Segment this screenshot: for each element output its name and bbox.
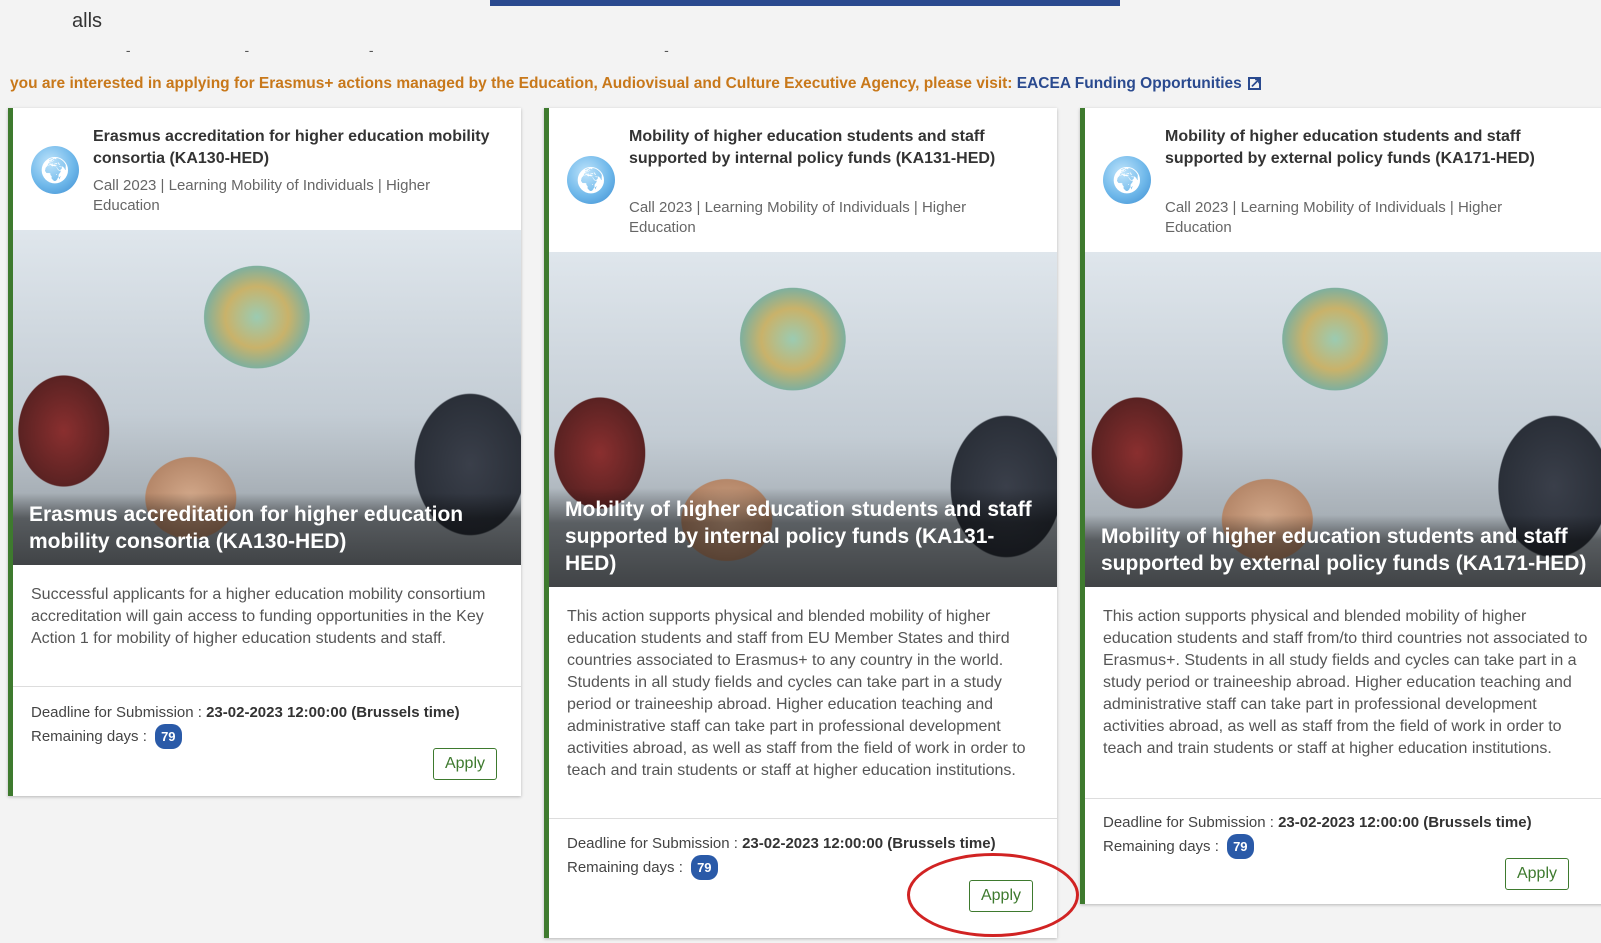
remaining-label: Remaining days :: [31, 728, 152, 745]
card-subtitle: Call 2023 | Learning Mobility of Individ…: [629, 199, 967, 236]
deadline-label: Deadline for Submission :: [567, 835, 743, 852]
external-link-icon[interactable]: ↗: [1247, 75, 1262, 90]
card-hero-image: Mobility of higher education students an…: [1085, 252, 1601, 587]
globe-logo-icon: 🌍︎: [567, 156, 615, 204]
remaining-days-badge: 79: [1227, 834, 1254, 859]
remaining-label: Remaining days :: [567, 859, 688, 876]
divider-dashes: - - - -: [120, 42, 671, 58]
card-description: This action supports physical and blende…: [1103, 608, 1588, 757]
card-title[interactable]: Mobility of higher education students an…: [629, 126, 1029, 170]
eacea-funding-link[interactable]: EACEA Funding Opportunities: [1017, 75, 1242, 92]
remaining-days-badge: 79: [691, 855, 718, 880]
call-card-ka171: 🌍︎ Mobility of higher education students…: [1080, 108, 1601, 904]
apply-button[interactable]: Apply: [433, 748, 497, 780]
card-description: Successful applicants for a higher educa…: [31, 586, 486, 647]
top-accent-bar: [490, 0, 1120, 6]
page-title: alls: [72, 10, 103, 32]
globe-logo-icon: 🌍︎: [1103, 156, 1151, 204]
card-hero-image: Mobility of higher education students an…: [549, 252, 1057, 587]
card-deadline: Deadline for Submission : 23-02-2023 12:…: [1103, 811, 1532, 859]
deadline-label: Deadline for Submission :: [1103, 814, 1279, 831]
card-title[interactable]: Erasmus accreditation for higher educati…: [93, 126, 493, 170]
call-card-ka131: 🌍︎ Mobility of higher education students…: [544, 108, 1057, 938]
deadline-label: Deadline for Submission :: [31, 704, 207, 721]
hero-caption: Mobility of higher education students an…: [549, 488, 1057, 587]
hero-caption: Mobility of higher education students an…: [1085, 515, 1601, 587]
remaining-label: Remaining days :: [1103, 838, 1224, 855]
deadline-value: 23-02-2023 12:00:00 (Brussels time): [742, 835, 996, 852]
card-description: This action supports physical and blende…: [567, 608, 1026, 779]
notice-text: you are interested in applying for Erasm…: [10, 75, 1017, 92]
card-hero-image: Erasmus accreditation for higher educati…: [13, 230, 521, 565]
hero-caption: Erasmus accreditation for higher educati…: [13, 493, 521, 565]
card-divider: [1085, 798, 1601, 799]
call-card-ka130: 🌍︎ Erasmus accreditation for higher educ…: [8, 108, 521, 796]
card-divider: [13, 686, 521, 687]
deadline-value: 23-02-2023 12:00:00 (Brussels time): [1278, 814, 1532, 831]
globe-logo-icon: 🌍︎: [31, 146, 79, 194]
eacea-notice: you are interested in applying for Erasm…: [10, 75, 1262, 93]
card-title[interactable]: Mobility of higher education students an…: [1165, 126, 1565, 170]
apply-button[interactable]: Apply: [1505, 858, 1569, 890]
deadline-value: 23-02-2023 12:00:00 (Brussels time): [206, 704, 460, 721]
remaining-days-badge: 79: [155, 724, 182, 749]
card-subtitle: Call 2023 | Learning Mobility of Individ…: [1165, 199, 1503, 236]
card-subtitle: Call 2023 | Learning Mobility of Individ…: [93, 177, 431, 214]
card-deadline: Deadline for Submission : 23-02-2023 12:…: [31, 701, 460, 749]
card-divider: [549, 818, 1057, 819]
apply-highlight-annotation: [907, 853, 1079, 937]
